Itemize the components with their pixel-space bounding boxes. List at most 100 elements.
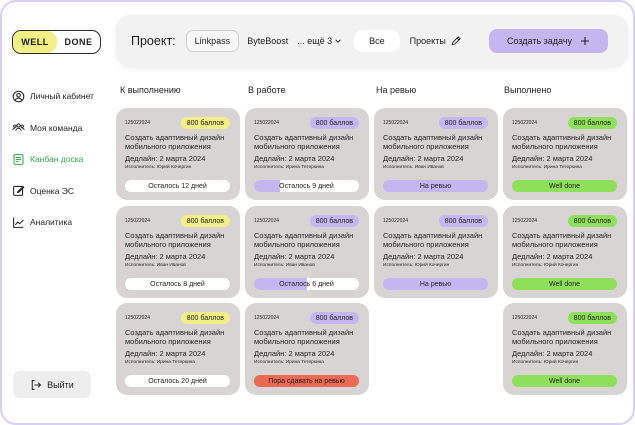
task-title: Создать адаптивный дизайн мобильного при… — [125, 328, 225, 346]
status-pill: Осталось 8 дней — [125, 278, 230, 290]
sidebar-item-profile[interactable]: Личный кабинет — [12, 88, 112, 104]
task-title: Создать адаптивный дизайн мобильного при… — [383, 231, 483, 249]
task-deadline: Дедлайн: 2 марта 2024 — [254, 154, 335, 163]
create-task-button[interactable]: Создать задачу — [489, 29, 608, 53]
points-badge: 800 баллов — [567, 312, 617, 324]
task-title: Создать адаптивный дизайн мобильного при… — [512, 133, 612, 151]
task-id: 125022024 — [512, 120, 538, 126]
task-deadline: Дедлайн: 2 марта 2024 — [125, 154, 206, 163]
task-title: Создать адаптивный дизайн мобильного при… — [254, 231, 354, 249]
sidebar-item-label: Личный кабинет — [30, 91, 94, 101]
logout-icon — [31, 379, 42, 390]
task-executor: Исполнитель: Юрий Кочергин — [125, 165, 192, 170]
points-badge: 800 баллов — [438, 215, 488, 227]
pencil-icon — [451, 36, 461, 46]
points-badge: 800 баллов — [180, 215, 230, 227]
logout-label: Выйти — [47, 379, 74, 390]
sidebar-item-label: Аналитика — [30, 217, 73, 227]
task-executor: Исполнитель: Юрий Кочергин — [512, 360, 579, 365]
column-title-done: Выполнено — [504, 85, 552, 95]
task-deadline: Дедлайн: 2 марта 2024 — [383, 252, 464, 261]
task-executor: Исполнитель: Иван Иванов — [254, 263, 315, 268]
points-badge: 800 баллов — [567, 117, 617, 129]
task-title: Создать адаптивный дизайн мобильного при… — [254, 328, 354, 346]
status-pill: На ревью — [383, 278, 488, 290]
sidebar-item-label: Оценка ЭС — [30, 185, 75, 196]
points-badge: 800 баллов — [309, 312, 359, 324]
submit-review-button[interactable]: Пора сдавать на ревью — [254, 375, 359, 387]
edit-icon — [13, 185, 25, 196]
status-label: Well done — [548, 182, 580, 190]
task-deadline: Дедлайн: 2 марта 2024 — [512, 252, 593, 261]
task-executor: Исполнитель: Юрий Кочергин — [512, 263, 579, 268]
top-bar: Проект: Linkpass ByteBoost ... ещё 3 Все… — [116, 15, 628, 67]
status-pill: Well done — [512, 278, 617, 290]
task-id: 125022024 — [254, 218, 280, 224]
status-label: Осталось 20 дней — [148, 377, 207, 385]
chevron-down-icon — [335, 39, 341, 43]
logo-part-well: WELL — [13, 31, 57, 53]
points-badge: 800 баллов — [180, 117, 230, 129]
task-card[interactable]: 125022024 800 баллов Создать адаптивный … — [116, 303, 240, 395]
more-projects-dropdown[interactable]: ... ещё 3 — [297, 36, 342, 46]
task-card[interactable]: 125022024 800 баллов Создать адаптивный … — [245, 108, 369, 200]
task-title: Создать адаптивный дизайн мобильного при… — [512, 231, 612, 249]
task-executor: Исполнитель: Ирина Тетеркина — [254, 360, 324, 365]
sidebar-item-label: Канбан доска — [30, 154, 84, 164]
task-id: 125022024 — [254, 315, 280, 321]
task-executor: Исполнитель: Иван Иванов — [383, 165, 444, 170]
task-card[interactable]: 125022024 800 баллов Создать адаптивный … — [245, 206, 369, 298]
status-label: Осталось 8 дней — [150, 280, 205, 288]
points-badge: 800 баллов — [309, 117, 359, 129]
task-card[interactable]: 125022024 800 баллов Создать адаптивный … — [503, 303, 627, 395]
task-id: 125022024 — [125, 120, 151, 126]
sidebar-item-analytics[interactable]: Аналитика — [12, 214, 112, 230]
status-pill: Well done — [512, 180, 617, 192]
kanban-icon — [13, 153, 24, 165]
sidebar-item-team[interactable]: Моя команда — [12, 120, 112, 136]
task-card[interactable]: 125022024 800 баллов Создать адаптивный … — [374, 108, 498, 200]
sidebar-item-label: Моя команда — [30, 122, 83, 133]
task-card[interactable]: 125022024 800 баллов Создать адаптивный … — [503, 108, 627, 200]
logo[interactable]: WELL DONE — [12, 30, 101, 54]
task-card[interactable]: 125022024 800 баллов Создать адаптивный … — [116, 206, 240, 298]
task-deadline: Дедлайн: 2 марта 2024 — [254, 252, 335, 261]
project-label: Проект: — [131, 34, 176, 48]
status-pill: Well done — [512, 375, 617, 387]
task-title: Создать адаптивный дизайн мобильного при… — [512, 328, 612, 346]
task-id: 125022024 — [125, 315, 151, 321]
sidebar-item-kanban[interactable]: Канбан доска — [12, 151, 112, 167]
task-title: Создать адаптивный дизайн мобильного при… — [254, 133, 354, 151]
project-chip-linkpass[interactable]: Linkpass — [185, 30, 240, 52]
progress-pill: Осталось 9 дней — [254, 180, 359, 192]
logout-button[interactable]: Выйти — [13, 371, 91, 398]
task-card[interactable]: 125022024 800 баллов Создать адаптивный … — [374, 206, 498, 298]
user-circle-icon — [12, 90, 25, 102]
task-title: Создать адаптивный дизайн мобильного при… — [125, 133, 225, 151]
task-id: 125022024 — [383, 218, 409, 224]
task-executor: Исполнитель: Иван Иванов — [125, 263, 186, 268]
project-chip-byteboost[interactable]: ByteBoost — [247, 36, 288, 46]
task-deadline: Дедлайн: 2 марта 2024 — [254, 349, 335, 358]
task-title: Создать адаптивный дизайн мобильного при… — [125, 231, 225, 249]
sidebar-item-evaluation[interactable]: Оценка ЭС — [12, 183, 112, 199]
task-executor: Исполнитель: Ирина Тетеркина — [512, 165, 582, 170]
task-title: Создать адаптивный дизайн мобильного при… — [383, 133, 483, 151]
task-id: 125022024 — [512, 315, 538, 321]
projects-edit-button[interactable]: Проекты — [410, 35, 462, 47]
task-deadline: Дедлайн: 2 марта 2024 — [512, 154, 593, 163]
projects-label: Проекты — [409, 36, 446, 46]
create-task-label: Создать задачу — [506, 36, 573, 46]
task-executor: Исполнитель: Ирина Тетеркина — [125, 360, 195, 365]
task-card[interactable]: 125022024 800 баллов Создать адаптивный … — [245, 303, 369, 395]
more-projects-label: ... ещё 3 — [297, 36, 333, 46]
task-card[interactable]: 125022024 800 баллов Создать адаптивный … — [503, 206, 627, 298]
task-id: 125022024 — [512, 218, 538, 224]
logo-part-done: DONE — [64, 37, 93, 47]
sidebar-nav: Личный кабинет Моя команда Канбан доска … — [12, 88, 112, 246]
task-executor: Исполнитель: Ирина Тетеркина — [254, 165, 324, 170]
points-badge: 800 баллов — [567, 215, 617, 227]
filter-all-button[interactable]: Все — [354, 30, 400, 52]
status-label: Осталось 12 дней — [148, 182, 207, 190]
task-card[interactable]: 125022024 800 баллов Создать адаптивный … — [116, 108, 240, 200]
